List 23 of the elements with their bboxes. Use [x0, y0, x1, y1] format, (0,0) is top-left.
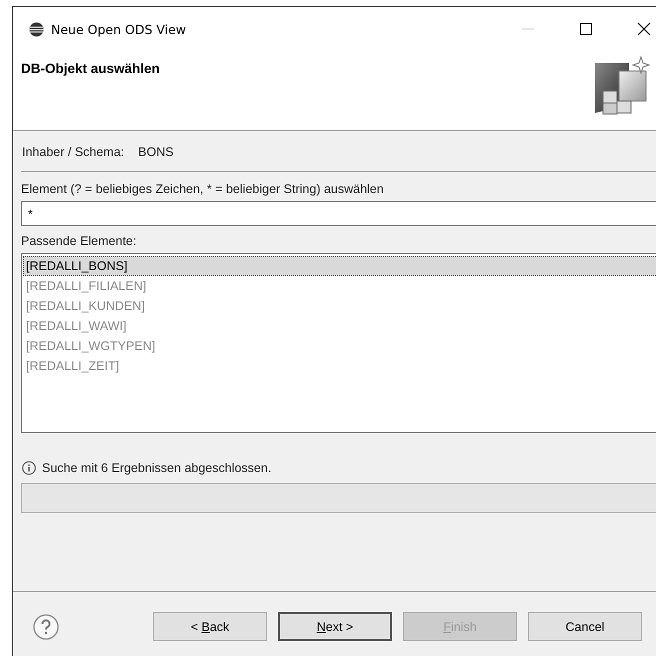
help-icon[interactable]	[33, 614, 59, 640]
matches-label: Passende Elemente:	[21, 234, 138, 248]
minimize-icon	[522, 28, 534, 30]
list-item[interactable]: [REDALLI_ZEIT]	[23, 356, 656, 376]
status-message: Suche mit 6 Ergebnissen abgeschlossen.	[42, 461, 272, 475]
list-item[interactable]: [REDALLI_BONS]	[23, 256, 656, 276]
info-icon	[22, 461, 36, 475]
schema-label: Inhaber / Schema:	[22, 145, 124, 159]
schema-value: BONS	[138, 145, 174, 159]
wizard-button[interactable]: Next >	[278, 612, 392, 641]
window-title: Neue Open ODS View	[51, 22, 188, 36]
filter-input-field[interactable]: *	[21, 201, 656, 226]
maximize-icon	[580, 23, 592, 35]
list-item[interactable]: [REDALLI_WGTYPEN]	[23, 336, 656, 356]
app-icon	[29, 22, 44, 36]
page-title: DB-Objekt auswählen	[21, 61, 160, 76]
close-icon	[637, 22, 651, 36]
wizard-button[interactable]: Cancel	[528, 612, 642, 641]
list-item[interactable]: [REDALLI_FILIALEN]	[23, 276, 656, 296]
list-item[interactable]: [REDALLI_WAWI]	[23, 316, 656, 336]
filter-label: Element (? = beliebiges Zeichen, * = beliebiger String) auswählen	[21, 182, 385, 196]
wizard-button[interactable]: < Back	[153, 612, 267, 641]
list-item[interactable]: [REDALLI_KUNDEN]	[23, 296, 656, 316]
